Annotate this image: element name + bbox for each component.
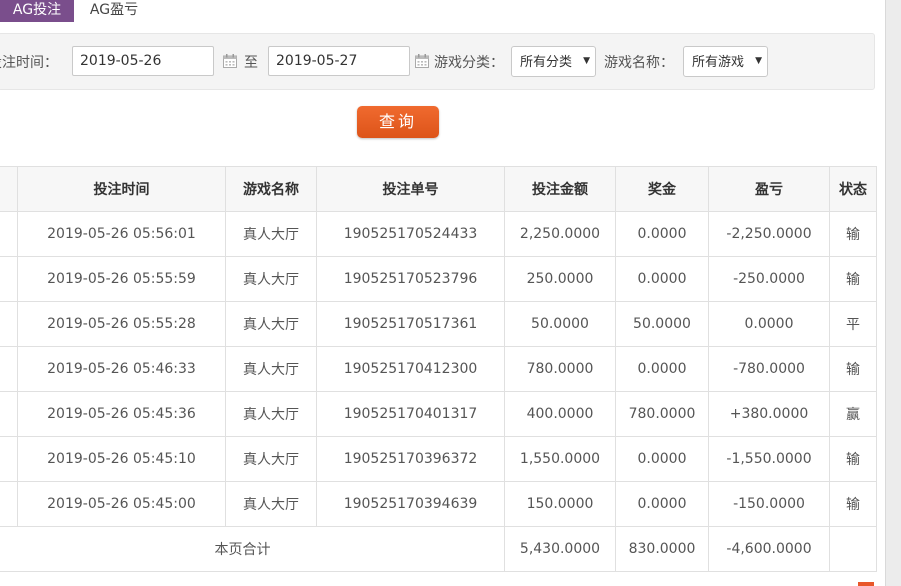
- bet-time-cell: 2019-05-26 05:55:28: [17, 301, 226, 347]
- calendar-icon[interactable]: [223, 54, 237, 68]
- profit-cell: -250.0000: [708, 256, 830, 302]
- bonus-cell: 0.0000: [615, 436, 709, 482]
- bonus-cell: 50.0000: [615, 301, 709, 347]
- column-header: 投注单号: [316, 166, 505, 212]
- game-name-cell: 真人大厅: [225, 211, 317, 257]
- status-cell: 输: [829, 256, 877, 302]
- summary-bet-amount: 5,430.0000: [504, 526, 616, 572]
- window-scrollbar-track[interactable]: [885, 0, 901, 586]
- bonus-cell: 0.0000: [615, 346, 709, 392]
- bonus-cell: 0.0000: [615, 256, 709, 302]
- summary-status-blank: [829, 526, 877, 572]
- row-leading-cell: [0, 211, 18, 257]
- bet-time-cell: 2019-05-26 05:56:01: [17, 211, 226, 257]
- order-number-cell: 190525170412300: [316, 346, 505, 392]
- column-header: 投注时间: [17, 166, 226, 212]
- row-leading-cell: [0, 346, 18, 392]
- status-cell: 输: [829, 481, 877, 527]
- table-row: 2019-05-26 05:45:00 真人大厅 190525170394639…: [0, 481, 877, 527]
- status-cell: 输: [829, 346, 877, 392]
- table-row: 2019-05-26 05:55:59 真人大厅 190525170523796…: [0, 256, 877, 302]
- status-cell: 输: [829, 211, 877, 257]
- summary-row: 本页合计 5,430.0000 830.0000 -4,600.0000: [0, 526, 877, 572]
- row-leading-cell: [0, 301, 18, 347]
- game-name-cell: 真人大厅: [225, 301, 317, 347]
- row-leading-cell: [0, 481, 18, 527]
- dropdown-arrow-icon: ▼: [583, 56, 590, 66]
- order-number-cell: 190525170517361: [316, 301, 505, 347]
- bet-amount-cell: 150.0000: [504, 481, 616, 527]
- table-row: 2019-05-26 05:45:36 真人大厅 190525170401317…: [0, 391, 877, 437]
- profit-cell: +380.0000: [708, 391, 830, 437]
- column-header: 投注金额: [504, 166, 616, 212]
- table-row: 2019-05-26 05:55:28 真人大厅 190525170517361…: [0, 301, 877, 347]
- column-header: 状态: [829, 166, 877, 212]
- game-name-cell: 真人大厅: [225, 436, 317, 482]
- calendar-icon[interactable]: [415, 54, 429, 68]
- status-cell: 平: [829, 301, 877, 347]
- query-button[interactable]: 查询: [357, 106, 439, 138]
- profit-cell: 0.0000: [708, 301, 830, 347]
- profit-cell: -1,550.0000: [708, 436, 830, 482]
- date-from-input[interactable]: 2019-05-26: [72, 46, 214, 76]
- bet-amount-cell: 400.0000: [504, 391, 616, 437]
- bet-time-cell: 2019-05-26 05:46:33: [17, 346, 226, 392]
- bet-amount-cell: 2,250.0000: [504, 211, 616, 257]
- bet-amount-cell: 780.0000: [504, 346, 616, 392]
- row-leading-cell: [0, 436, 18, 482]
- order-number-cell: 190525170524433: [316, 211, 505, 257]
- game-name-label: 游戏名称：: [604, 55, 674, 71]
- status-cell: 输: [829, 436, 877, 482]
- tab-ag-bets[interactable]: AG投注: [0, 0, 74, 22]
- game-name-cell: 真人大厅: [225, 481, 317, 527]
- bets-table: 投注时间 游戏名称 投注单号 投注金额 奖金 盈亏 状态 2019-05-26 …: [0, 166, 877, 572]
- row-leading-cell: [0, 256, 18, 302]
- bonus-cell: 0.0000: [615, 481, 709, 527]
- order-number-cell: 190525170401317: [316, 391, 505, 437]
- game-name-cell: 真人大厅: [225, 256, 317, 302]
- row-leading-cell: [0, 391, 18, 437]
- summary-label: 本页合计: [0, 526, 505, 572]
- bonus-cell: 780.0000: [615, 391, 709, 437]
- game-name-value: 所有游戏: [692, 55, 745, 70]
- profit-cell: -150.0000: [708, 481, 830, 527]
- bet-amount-cell: 250.0000: [504, 256, 616, 302]
- game-name-cell: 真人大厅: [225, 391, 317, 437]
- status-cell: 赢: [829, 391, 877, 437]
- bet-amount-cell: 50.0000: [504, 301, 616, 347]
- order-number-cell: 190525170396372: [316, 436, 505, 482]
- table-row: 2019-05-26 05:45:10 真人大厅 190525170396372…: [0, 436, 877, 482]
- table-row: 2019-05-26 05:46:33 真人大厅 190525170412300…: [0, 346, 877, 392]
- game-category-select[interactable]: 所有分类 ▼: [511, 46, 596, 77]
- bet-time-label: 投注时间：: [0, 55, 58, 71]
- summary-bonus: 830.0000: [615, 526, 709, 572]
- order-number-cell: 190525170394639: [316, 481, 505, 527]
- date-to-input[interactable]: 2019-05-27: [268, 46, 410, 76]
- column-header-blank: [0, 166, 18, 212]
- summary-profit: -4,600.0000: [708, 526, 830, 572]
- profit-cell: -2,250.0000: [708, 211, 830, 257]
- bonus-cell: 0.0000: [615, 211, 709, 257]
- column-header: 盈亏: [708, 166, 830, 212]
- bet-time-cell: 2019-05-26 05:55:59: [17, 256, 226, 302]
- date-range-separator: 至: [244, 55, 258, 71]
- column-header: 奖金: [615, 166, 709, 212]
- game-category-label: 游戏分类：: [434, 55, 504, 71]
- profit-cell: -780.0000: [708, 346, 830, 392]
- game-category-value: 所有分类: [520, 55, 573, 70]
- dropdown-arrow-icon: ▼: [755, 56, 762, 66]
- game-name-select[interactable]: 所有游戏 ▼: [683, 46, 768, 77]
- column-header: 游戏名称: [225, 166, 317, 212]
- order-number-cell: 190525170523796: [316, 256, 505, 302]
- game-name-cell: 真人大厅: [225, 346, 317, 392]
- table-header-row: 投注时间 游戏名称 投注单号 投注金额 奖金 盈亏 状态: [0, 166, 877, 212]
- table-row: 2019-05-26 05:56:01 真人大厅 190525170524433…: [0, 211, 877, 257]
- bet-time-cell: 2019-05-26 05:45:10: [17, 436, 226, 482]
- bet-amount-cell: 1,550.0000: [504, 436, 616, 482]
- tab-ag-profit[interactable]: AG盈亏: [74, 0, 154, 22]
- bet-time-cell: 2019-05-26 05:45:36: [17, 391, 226, 437]
- bet-time-cell: 2019-05-26 05:45:00: [17, 481, 226, 527]
- pagination-edge: [858, 582, 874, 586]
